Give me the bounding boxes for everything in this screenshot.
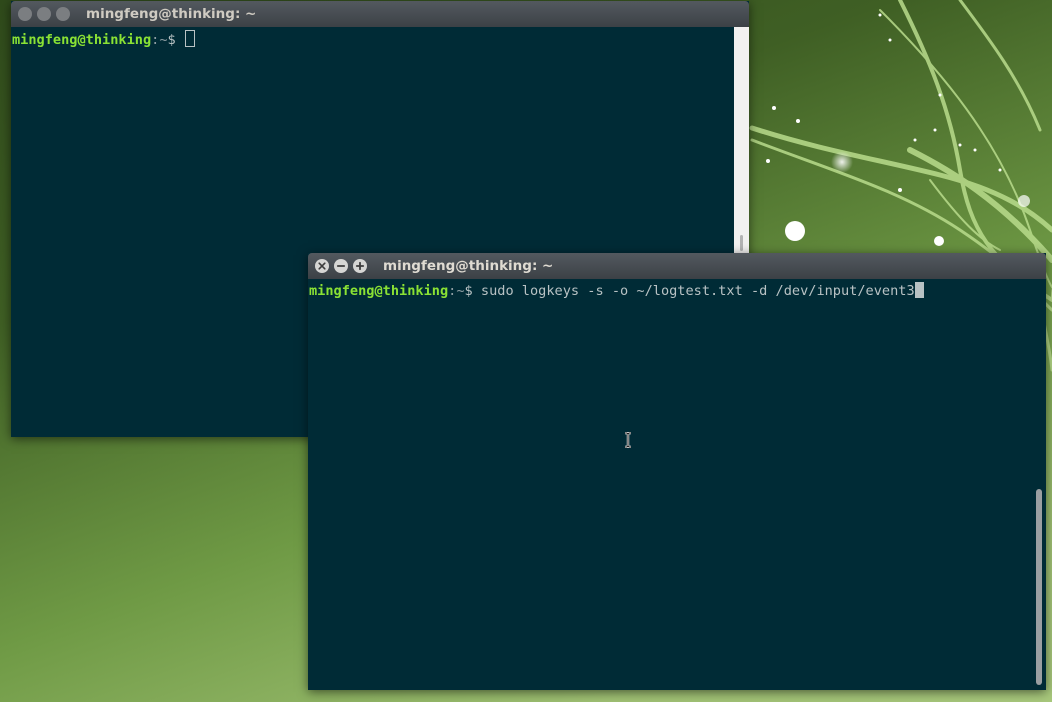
scrollbar-thumb[interactable] [740,235,743,251]
text-cursor [914,282,924,298]
prompt-user: mingfeng@thinking [309,283,449,299]
maximize-icon[interactable] [353,259,367,273]
terminal-prompt-line: mingfeng@thinking:~$ sudo logkeys -s -o … [309,282,924,300]
text-cursor [184,30,195,47]
prompt-directory: ~ [456,283,465,299]
scrollbar-thumb[interactable] [1036,489,1042,685]
close-icon[interactable] [315,259,329,273]
mouse-ibeam-cursor [625,432,631,448]
minimize-icon[interactable] [334,259,348,273]
window-controls [18,7,70,21]
prompt-directory: ~ [159,32,168,48]
maximize-icon[interactable] [56,7,70,21]
back-terminal-titlebar[interactable]: mingfeng@thinking: ~ [11,1,749,27]
front-terminal-titlebar[interactable]: mingfeng@thinking: ~ [308,253,1046,279]
window-title: mingfeng@thinking: ~ [383,258,554,274]
terminal-prompt-line: mingfeng@thinking:~$ [12,30,195,49]
prompt-dollar: $ [167,32,184,48]
window-controls [315,259,367,273]
terminal-command: sudo logkeys -s -o ~/logtest.txt -d /dev… [480,283,915,299]
close-icon[interactable] [18,7,32,21]
terminal-body[interactable]: mingfeng@thinking:~$ sudo logkeys -s -o … [308,279,1046,690]
window-title: mingfeng@thinking: ~ [86,6,257,22]
minimize-icon[interactable] [37,7,51,21]
prompt-dollar: $ [464,283,481,299]
prompt-user: mingfeng@thinking [12,32,152,48]
front-terminal-window[interactable]: mingfeng@thinking: ~ mingfeng@thinking:~… [308,253,1046,690]
